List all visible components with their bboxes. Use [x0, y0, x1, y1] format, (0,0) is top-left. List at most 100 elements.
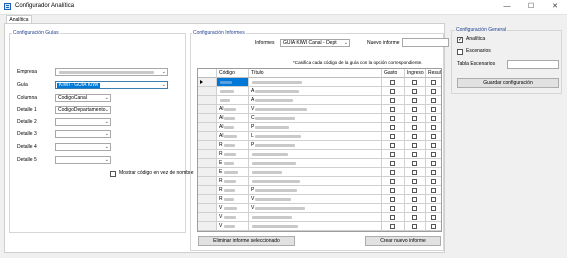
- cell-codigo[interactable]: V: [217, 213, 249, 222]
- gasto-checkbox[interactable]: [390, 152, 395, 157]
- cell-codigo[interactable]: V: [217, 222, 249, 231]
- cell-titulo[interactable]: P: [249, 141, 382, 150]
- detalle4-combo[interactable]: ⌄: [55, 143, 111, 151]
- gasto-checkbox[interactable]: [390, 170, 395, 175]
- row-header[interactable]: [198, 159, 217, 168]
- ingreso-checkbox[interactable]: [412, 89, 417, 94]
- cell-titulo[interactable]: A: [249, 87, 382, 96]
- row-header[interactable]: [198, 96, 217, 105]
- row-header[interactable]: [198, 78, 217, 87]
- ingreso-checkbox[interactable]: [412, 206, 417, 211]
- nuevo-informe-input[interactable]: [402, 38, 449, 47]
- eliminar-informe-button[interactable]: Eliminar informe seleccionado: [198, 236, 295, 246]
- result-checkbox[interactable]: [431, 107, 436, 112]
- table-row[interactable]: VV: [198, 204, 441, 213]
- column-header-ingreso[interactable]: Ingreso: [405, 69, 426, 78]
- detalle2-combo[interactable]: ⌄: [55, 118, 111, 126]
- cell-titulo[interactable]: C: [249, 114, 382, 123]
- ingreso-checkbox[interactable]: [412, 152, 417, 157]
- cell-codigo[interactable]: [217, 87, 249, 96]
- mostrar-codigo-checkbox[interactable]: [110, 171, 116, 177]
- informes-combo[interactable]: GUIA KIWI Canal - Dept ⌄: [280, 39, 350, 47]
- result-checkbox[interactable]: [431, 116, 436, 121]
- table-row[interactable]: V: [198, 222, 441, 231]
- ingreso-checkbox[interactable]: [412, 179, 417, 184]
- column-header-titulo[interactable]: Título: [249, 69, 382, 78]
- cell-codigo[interactable]: E: [217, 159, 249, 168]
- cell-titulo[interactable]: [249, 213, 382, 222]
- table-row[interactable]: R: [198, 150, 441, 159]
- cell-titulo[interactable]: [249, 168, 382, 177]
- result-checkbox[interactable]: [431, 215, 436, 220]
- result-checkbox[interactable]: [431, 80, 436, 85]
- result-checkbox[interactable]: [431, 206, 436, 211]
- detalle5-combo[interactable]: ⌄: [55, 156, 111, 164]
- result-checkbox[interactable]: [431, 98, 436, 103]
- result-checkbox[interactable]: [431, 197, 436, 202]
- cell-titulo[interactable]: A: [249, 96, 382, 105]
- gasto-checkbox[interactable]: [390, 89, 395, 94]
- row-header[interactable]: [198, 141, 217, 150]
- table-row[interactable]: Al C: [198, 114, 441, 123]
- informes-grid[interactable]: Código Título Gasto Ingreso Result A A Al V…: [197, 68, 442, 232]
- table-row[interactable]: RV: [198, 195, 441, 204]
- crear-informe-button[interactable]: Crear nuevo informe: [365, 236, 441, 246]
- cell-codigo[interactable]: V: [217, 204, 249, 213]
- ingreso-checkbox[interactable]: [412, 215, 417, 220]
- ingreso-checkbox[interactable]: [412, 143, 417, 148]
- result-checkbox[interactable]: [431, 143, 436, 148]
- cell-codigo[interactable]: R: [217, 195, 249, 204]
- ingreso-checkbox[interactable]: [412, 116, 417, 121]
- gasto-checkbox[interactable]: [390, 116, 395, 121]
- gasto-checkbox[interactable]: [390, 206, 395, 211]
- result-checkbox[interactable]: [431, 179, 436, 184]
- result-checkbox[interactable]: [431, 188, 436, 193]
- columna-combo[interactable]: CodigoCanal ⌄: [55, 94, 111, 102]
- gasto-checkbox[interactable]: [390, 179, 395, 184]
- cell-titulo[interactable]: [249, 78, 382, 87]
- result-checkbox[interactable]: [431, 170, 436, 175]
- table-row[interactable]: V: [198, 213, 441, 222]
- minimize-button[interactable]: —: [500, 1, 514, 12]
- gasto-checkbox[interactable]: [390, 143, 395, 148]
- table-row[interactable]: A: [198, 96, 441, 105]
- table-row[interactable]: R: [198, 177, 441, 186]
- cell-codigo[interactable]: R: [217, 177, 249, 186]
- cell-codigo[interactable]: R: [217, 141, 249, 150]
- ingreso-checkbox[interactable]: [412, 188, 417, 193]
- gasto-checkbox[interactable]: [390, 134, 395, 139]
- table-row[interactable]: E: [198, 159, 441, 168]
- cell-titulo[interactable]: P: [249, 123, 382, 132]
- row-header[interactable]: [198, 195, 217, 204]
- ingreso-checkbox[interactable]: [412, 98, 417, 103]
- ingreso-checkbox[interactable]: [412, 134, 417, 139]
- result-checkbox[interactable]: [431, 125, 436, 130]
- cell-codigo[interactable]: Al: [217, 132, 249, 141]
- escenarios-checkbox[interactable]: [457, 49, 463, 55]
- row-header[interactable]: [198, 132, 217, 141]
- gasto-checkbox[interactable]: [390, 224, 395, 229]
- ingreso-checkbox[interactable]: [412, 161, 417, 166]
- table-row[interactable]: E: [198, 168, 441, 177]
- result-checkbox[interactable]: [431, 134, 436, 139]
- cell-titulo[interactable]: V: [249, 204, 382, 213]
- row-header[interactable]: [198, 168, 217, 177]
- cell-codigo[interactable]: [217, 96, 249, 105]
- row-header[interactable]: [198, 114, 217, 123]
- cell-titulo[interactable]: L: [249, 132, 382, 141]
- guardar-configuracion-button[interactable]: Guardar configuración: [457, 78, 559, 88]
- cell-codigo[interactable]: R: [217, 186, 249, 195]
- row-header[interactable]: [198, 213, 217, 222]
- close-button[interactable]: ✕: [548, 1, 562, 12]
- guia-combo[interactable]: KIWI - GUÍA KIWI ⌄: [55, 81, 168, 89]
- result-checkbox[interactable]: [431, 224, 436, 229]
- result-checkbox[interactable]: [431, 152, 436, 157]
- cell-codigo[interactable]: [217, 78, 249, 87]
- cell-codigo[interactable]: Al: [217, 123, 249, 132]
- row-header[interactable]: [198, 105, 217, 114]
- empresa-combo[interactable]: ⌄: [55, 68, 168, 76]
- ingreso-checkbox[interactable]: [412, 80, 417, 85]
- cell-titulo[interactable]: [249, 150, 382, 159]
- row-header[interactable]: [198, 87, 217, 96]
- cell-titulo[interactable]: [249, 159, 382, 168]
